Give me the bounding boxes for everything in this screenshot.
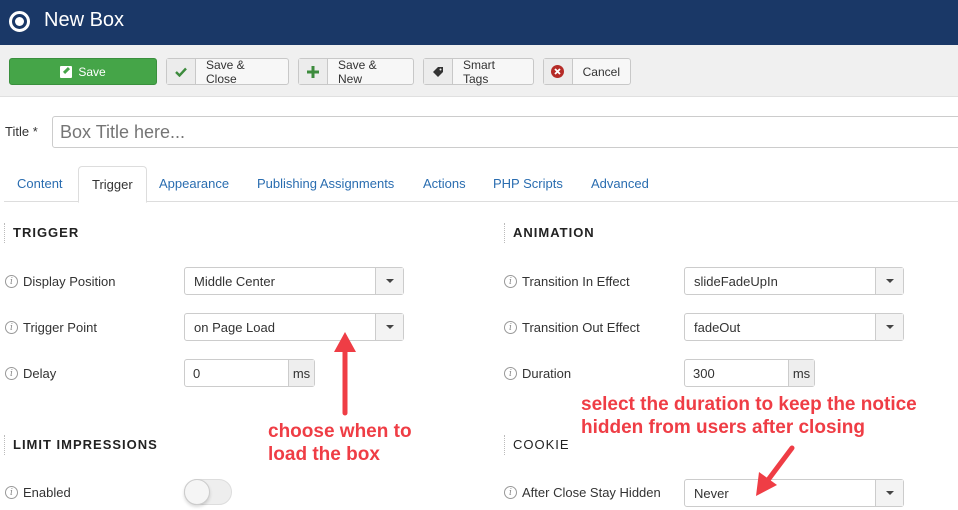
tab-publishing-assignments[interactable]: Publishing Assignments <box>244 166 407 202</box>
tab-appearance[interactable]: Appearance <box>146 166 242 202</box>
transition-out-label: i Transition Out Effect <box>504 320 640 335</box>
enabled-text: Enabled <box>23 485 71 500</box>
delay-text: Delay <box>23 366 57 381</box>
chevron-down-icon[interactable] <box>875 268 903 294</box>
trigger-heading: TRIGGER <box>4 223 79 243</box>
cookie-annotation: select the duration to keep the notice h… <box>581 393 917 439</box>
delay-input-group: ms <box>184 359 315 387</box>
display-position-select[interactable]: Middle Center <box>184 267 404 295</box>
tab-advanced[interactable]: Advanced <box>578 166 662 202</box>
chevron-down-icon[interactable] <box>375 268 403 294</box>
after-close-label: i After Close Stay Hidden <box>504 485 661 500</box>
after-close-value: Never <box>694 486 729 501</box>
title-row: Title * <box>0 116 958 148</box>
info-icon[interactable]: i <box>504 321 517 334</box>
info-icon[interactable]: i <box>5 486 18 499</box>
info-icon[interactable]: i <box>504 275 517 288</box>
cookie-heading: COOKIE <box>504 435 570 455</box>
info-icon[interactable]: i <box>504 486 517 499</box>
page-title: New Box <box>44 9 125 31</box>
duration-input-group: ms <box>684 359 815 387</box>
target-icon <box>9 11 30 32</box>
trigger-point-label: i Trigger Point <box>5 320 97 335</box>
edit-icon <box>60 65 73 78</box>
tab-trigger[interactable]: Trigger <box>78 166 147 203</box>
info-icon[interactable]: i <box>5 275 18 288</box>
toolbar: Save Save & Close Save & New Smart Tags … <box>0 45 958 97</box>
tag-icon <box>424 59 453 84</box>
chevron-down-icon[interactable] <box>875 314 903 340</box>
cancel-button[interactable]: Cancel <box>543 58 631 85</box>
transition-out-select[interactable]: fadeOut <box>684 313 904 341</box>
transition-in-select[interactable]: slideFadeUpIn <box>684 267 904 295</box>
save-new-label: Save & New <box>338 57 377 86</box>
title-input[interactable] <box>52 116 958 148</box>
display-position-text: Display Position <box>23 274 116 289</box>
delay-label: i Delay <box>5 366 56 381</box>
tab-php-scripts[interactable]: PHP Scripts <box>480 166 576 202</box>
after-close-select[interactable]: Never <box>684 479 904 507</box>
trigger-annotation-line1: choose when to <box>268 421 412 442</box>
save-button-label: Save <box>78 64 106 79</box>
arrow-up-icon <box>334 332 356 416</box>
display-position-value: Middle Center <box>194 274 275 289</box>
save-button[interactable]: Save <box>9 58 157 85</box>
plus-icon <box>299 59 328 84</box>
cancel-circle-icon <box>544 59 573 84</box>
enabled-label: i Enabled <box>5 485 71 500</box>
transition-in-text: Transition In Effect <box>522 274 630 289</box>
transition-out-value: fadeOut <box>694 320 741 335</box>
cookie-annotation-line1: select the duration to keep the notice <box>581 394 917 415</box>
duration-text: Duration <box>522 366 572 381</box>
tab-actions[interactable]: Actions <box>410 166 479 202</box>
tab-content[interactable]: Content <box>4 166 76 202</box>
limit-impressions-heading: LIMIT IMPRESSIONS <box>4 435 158 455</box>
transition-in-value: slideFadeUpIn <box>694 274 778 289</box>
animation-heading: ANIMATION <box>504 223 595 243</box>
duration-label: i Duration <box>504 366 571 381</box>
duration-unit: ms <box>788 360 814 386</box>
display-position-label: i Display Position <box>5 274 116 289</box>
trigger-point-text: Trigger Point <box>23 320 97 335</box>
save-close-label: Save & Close <box>206 57 245 86</box>
smart-tags-label: Smart Tags <box>463 57 496 86</box>
app-header: New Box <box>0 0 958 45</box>
delay-unit: ms <box>288 360 314 386</box>
trigger-annotation-line2: load the box <box>268 444 380 465</box>
transition-out-text: Transition Out Effect <box>522 320 640 335</box>
transition-in-label: i Transition In Effect <box>504 274 630 289</box>
info-icon[interactable]: i <box>5 367 18 380</box>
after-close-text: After Close Stay Hidden <box>522 485 661 500</box>
duration-input[interactable] <box>685 360 788 386</box>
cancel-label: Cancel <box>582 64 620 79</box>
title-label: Title * <box>5 124 38 139</box>
enabled-toggle[interactable] <box>184 479 232 505</box>
smart-tags-button[interactable]: Smart Tags <box>423 57 534 86</box>
cookie-annotation-line2: hidden from users after closing <box>581 417 865 438</box>
save-close-button[interactable]: Save & Close <box>166 57 289 86</box>
trigger-point-select[interactable]: on Page Load <box>184 313 404 341</box>
info-icon[interactable]: i <box>5 321 18 334</box>
save-new-button[interactable]: Save & New <box>298 57 414 86</box>
check-icon <box>167 59 196 84</box>
info-icon[interactable]: i <box>504 367 517 380</box>
toggle-knob <box>184 479 210 505</box>
trigger-point-value: on Page Load <box>194 320 275 335</box>
delay-input[interactable] <box>185 360 288 386</box>
tab-bar: Content Trigger Appearance Publishing As… <box>4 166 958 203</box>
chevron-down-icon[interactable] <box>375 314 403 340</box>
chevron-down-icon[interactable] <box>875 480 903 506</box>
trigger-annotation: choose when to load the box <box>268 420 412 466</box>
